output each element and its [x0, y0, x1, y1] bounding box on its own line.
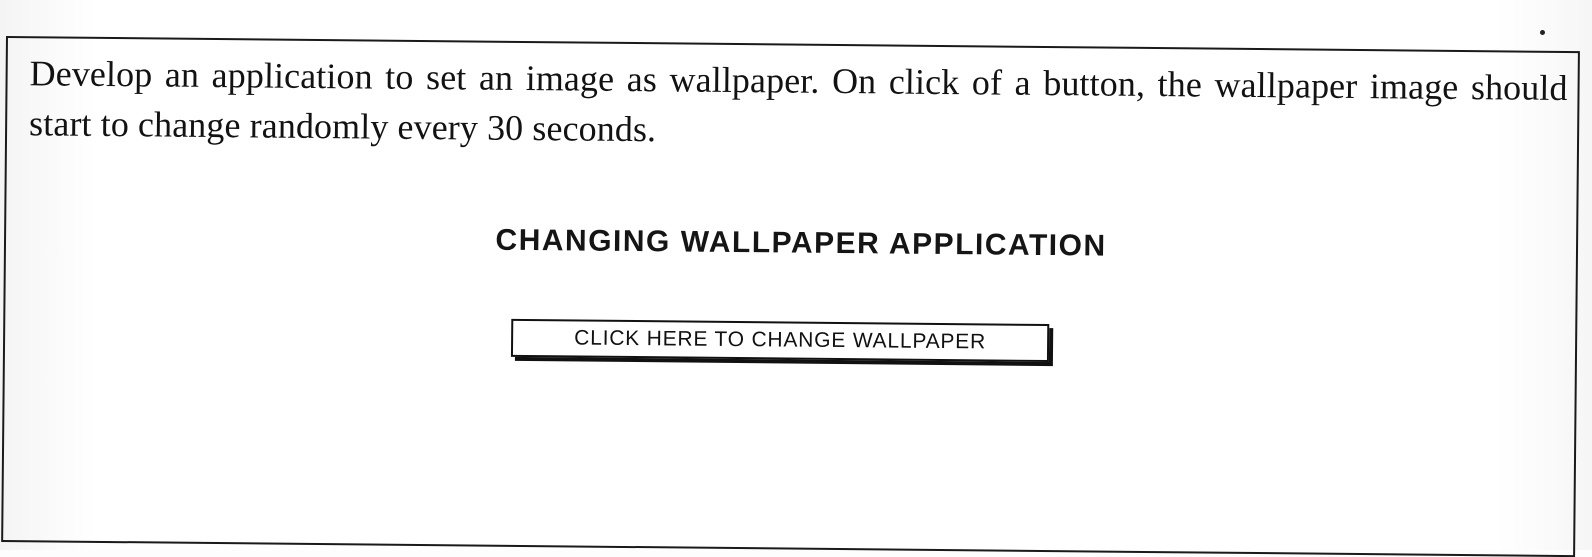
change-wallpaper-button[interactable]: CLICK HERE TO CHANGE WALLPAPER	[510, 318, 1050, 363]
question-box: Develop an application to set an image a…	[1, 36, 1580, 557]
problem-statement: Develop an application to set an image a…	[28, 53, 1568, 150]
stray-dot	[1540, 30, 1545, 35]
app-title: CHANGING WALLPAPER APPLICATION	[495, 223, 1107, 263]
